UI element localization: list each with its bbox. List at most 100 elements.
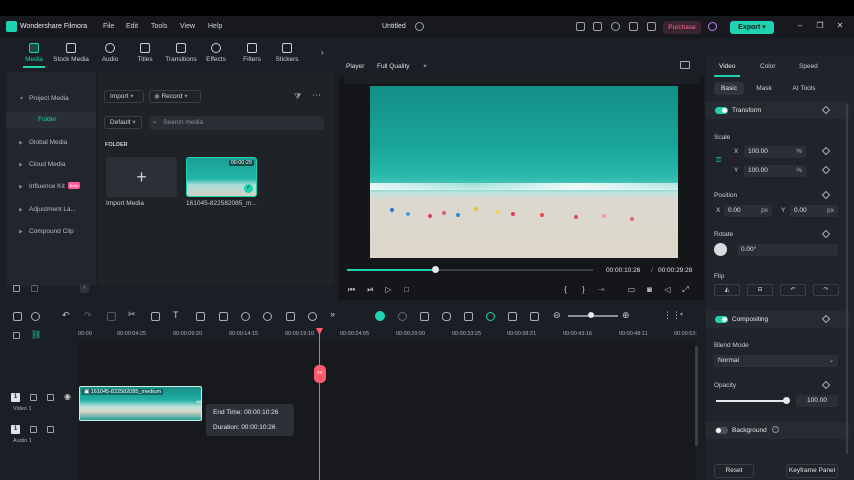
scale-y-input[interactable]: 100.00% bbox=[744, 165, 806, 177]
mark-in-icon[interactable]: { bbox=[561, 285, 570, 294]
lock-icon[interactable] bbox=[30, 394, 37, 401]
play-render-icon[interactable] bbox=[398, 312, 407, 321]
redo-icon[interactable]: ↷ bbox=[84, 310, 92, 321]
chevron-right-icon[interactable]: › bbox=[321, 48, 324, 57]
sidebar-item-folder[interactable]: Folder bbox=[6, 112, 96, 128]
zoom-out-icon[interactable]: ⊖ bbox=[553, 310, 561, 321]
chevron-down-icon[interactable]: ▾ bbox=[680, 311, 683, 318]
subtab-ai-tools[interactable]: AI Tools bbox=[787, 82, 821, 95]
quality-dropdown[interactable]: Full Quality ▾ bbox=[377, 62, 437, 70]
tab-color[interactable]: Color bbox=[760, 63, 776, 70]
rotate-left-button[interactable]: ↶ bbox=[780, 284, 806, 296]
stop-icon[interactable]: □ bbox=[402, 285, 411, 294]
filter-icon[interactable]: ⧩ bbox=[294, 92, 303, 101]
cloud-icon[interactable] bbox=[611, 22, 620, 31]
display-icon[interactable]: ▭ bbox=[627, 285, 636, 294]
subtitle-icon[interactable] bbox=[530, 312, 539, 321]
tab-stock-media[interactable]: Stock Media bbox=[53, 43, 89, 63]
scale-x-input[interactable]: 100.00% bbox=[744, 146, 806, 158]
grid-view-icon[interactable]: ⋮⋮ bbox=[663, 310, 681, 321]
audio-list-icon[interactable] bbox=[464, 312, 473, 321]
sidebar-item-cloud-media[interactable]: ▶ Cloud Media bbox=[6, 157, 96, 173]
timeline-video-clip[interactable]: ▣ 161045-822582085_medium bbox=[79, 386, 202, 421]
timer-icon[interactable] bbox=[308, 312, 317, 321]
collapse-sidebar-icon[interactable]: ‹ bbox=[80, 284, 89, 293]
ai-credits-icon[interactable] bbox=[708, 22, 717, 31]
reset-button[interactable]: Reset bbox=[714, 464, 754, 478]
ai-tools-icon[interactable] bbox=[286, 312, 295, 321]
tab-titles[interactable]: Titles bbox=[127, 43, 163, 63]
import-media-tile[interactable]: + bbox=[106, 157, 177, 197]
tab-speed[interactable]: Speed bbox=[799, 63, 818, 70]
project-info-icon[interactable] bbox=[415, 22, 424, 31]
snapshot-icon[interactable] bbox=[680, 61, 690, 69]
export-button[interactable]: Export ▾ bbox=[730, 21, 774, 34]
rotate-right-button[interactable]: ↷ bbox=[813, 284, 839, 296]
playhead-scissors-icon[interactable]: ✂ bbox=[314, 365, 326, 383]
timeline-ruler[interactable] bbox=[78, 329, 704, 341]
blend-mode-dropdown[interactable]: Normal ⌄ bbox=[714, 355, 838, 367]
minimize-icon[interactable]: – bbox=[796, 22, 804, 30]
flip-vertical-button[interactable]: ⊟ bbox=[747, 284, 773, 296]
lock-ratio-icon[interactable]: ⚿ bbox=[716, 157, 721, 165]
ai-companion-icon[interactable] bbox=[375, 311, 385, 321]
tab-media[interactable]: Media bbox=[16, 43, 52, 63]
camera-icon[interactable]: ◙ bbox=[645, 285, 654, 294]
new-folder-icon[interactable] bbox=[13, 285, 20, 292]
record-button[interactable]: ◉ Record ▾ bbox=[149, 90, 201, 103]
sidebar-item-compound-clip[interactable]: ▶ Compound Clip bbox=[6, 224, 96, 240]
play-icon[interactable]: ▷ bbox=[384, 285, 393, 294]
double-chevron-right-icon[interactable]: » bbox=[330, 309, 335, 319]
speed-icon[interactable] bbox=[241, 312, 250, 321]
transform-toggle[interactable] bbox=[715, 107, 728, 114]
progress-handle[interactable] bbox=[432, 266, 440, 273]
transform-icon[interactable] bbox=[196, 312, 205, 321]
crop-icon[interactable] bbox=[151, 312, 160, 321]
previous-frame-icon[interactable]: ⏮ bbox=[347, 285, 356, 294]
color-palette-icon[interactable] bbox=[263, 312, 272, 321]
mute-icon[interactable] bbox=[47, 394, 54, 401]
insert-icon[interactable]: ⇥ bbox=[597, 285, 606, 294]
menu-view[interactable]: View bbox=[180, 23, 195, 30]
eye-icon[interactable]: ◉ bbox=[64, 392, 71, 401]
save-icon[interactable] bbox=[593, 22, 602, 31]
subtab-mask[interactable]: Mask bbox=[751, 82, 777, 95]
purchase-button[interactable]: Purchase bbox=[663, 21, 701, 34]
delete-icon[interactable] bbox=[107, 312, 116, 321]
shield-icon[interactable] bbox=[420, 312, 429, 321]
layout-grid-icon[interactable] bbox=[13, 312, 22, 321]
media-clip-thumbnail[interactable]: 00:00:29 ✓ bbox=[186, 157, 257, 197]
menu-tools[interactable]: Tools bbox=[151, 23, 167, 30]
playhead-line[interactable] bbox=[319, 328, 321, 480]
undo-icon[interactable]: ↶ bbox=[62, 310, 70, 321]
opacity-input[interactable]: 100.00 bbox=[796, 395, 838, 407]
ai-effects-icon[interactable] bbox=[486, 312, 495, 321]
subtab-basic[interactable]: Basic bbox=[714, 82, 744, 95]
mask-icon[interactable] bbox=[219, 312, 228, 321]
timeline-vertical-scrollbar[interactable] bbox=[695, 346, 698, 446]
folder-icon[interactable] bbox=[31, 285, 38, 292]
background-toggle[interactable] bbox=[715, 427, 728, 434]
link-icon[interactable]: ⛓ bbox=[31, 330, 41, 339]
menu-help[interactable]: Help bbox=[208, 23, 222, 30]
video-preview[interactable] bbox=[370, 86, 678, 258]
position-x-input[interactable]: 0.00 px bbox=[724, 205, 772, 217]
menu-edit[interactable]: Edit bbox=[126, 23, 138, 30]
more-options-icon[interactable]: ⋯ bbox=[312, 90, 321, 101]
tab-audio[interactable]: Audio bbox=[92, 43, 128, 63]
sort-dropdown[interactable]: Default ▾ bbox=[104, 116, 142, 129]
text-t-icon[interactable]: T bbox=[173, 310, 179, 320]
lock-icon[interactable] bbox=[30, 426, 37, 433]
microphone-icon[interactable] bbox=[442, 312, 451, 321]
zoom-in-icon[interactable]: ⊕ bbox=[622, 310, 630, 321]
sidebar-item-project-media[interactable]: ▼ Project Media bbox=[6, 91, 96, 107]
sidebar-item-global-media[interactable]: ▶ Global Media bbox=[6, 135, 96, 151]
sidebar-item-adjustment-layer[interactable]: ▶ Adjustment La... bbox=[6, 202, 96, 218]
monitor-icon[interactable] bbox=[576, 22, 585, 31]
opacity-slider-handle[interactable] bbox=[782, 397, 790, 404]
tab-effects[interactable]: Effects bbox=[198, 43, 234, 63]
zoom-slider-handle[interactable] bbox=[588, 312, 594, 318]
rotate-input[interactable]: 0.00° bbox=[737, 244, 838, 256]
tab-transitions[interactable]: Transitions bbox=[163, 43, 199, 63]
tab-filters[interactable]: Filters bbox=[234, 43, 270, 63]
